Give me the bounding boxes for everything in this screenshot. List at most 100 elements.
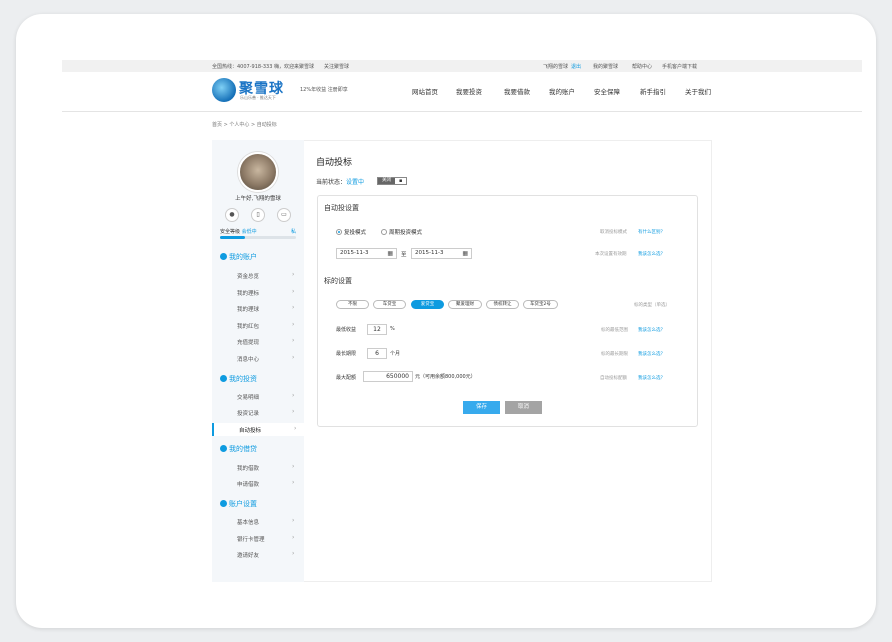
section-my-loans[interactable]: 我的借贷 — [220, 444, 257, 454]
min-yield-unit: % — [390, 326, 395, 332]
follow-link[interactable]: 关注聚雪球 — [324, 63, 349, 70]
section-account-settings[interactable]: 账户设置 — [220, 499, 257, 509]
section-title: 账户设置 — [229, 500, 257, 508]
sidebar-item-invite[interactable]: 邀请好友 › — [212, 548, 304, 561]
sidebar-item-messages[interactable]: 消息中心 › — [212, 352, 304, 365]
min-yield-input[interactable]: 12 — [367, 324, 387, 335]
min-yield-hint: 标的最低范围 — [601, 328, 628, 333]
type-chip-car-loan-2[interactable]: 车贷宝2号 — [523, 300, 558, 309]
top-bar: 全国热线：4007-918-333 嗨，欢迎来聚雪球 关注聚雪球 飞翔的雪球 退… — [62, 60, 862, 72]
page-title: 自动投标 — [316, 158, 353, 168]
security-upgrade-link[interactable]: 私 — [291, 228, 296, 235]
person-icon[interactable]: ● — [225, 208, 239, 222]
nav-home[interactable]: 网站首页 — [412, 86, 438, 96]
sidebar-item-transactions[interactable]: 交易明细 › — [212, 390, 304, 403]
globe-logo-icon — [212, 78, 236, 102]
sidebar-item-label: 消息中心 — [237, 357, 260, 363]
breadcrumb: 首页 > 个人中心 > 自动投标 — [212, 122, 277, 128]
sidebar-item-funds[interactable]: 资金总览 › — [212, 269, 304, 282]
start-date-field[interactable]: 2015-11-3 ▦ — [336, 248, 397, 259]
wallet-icon — [220, 445, 227, 452]
max-term-unit: 个月 — [390, 351, 401, 357]
max-term-label: 最长期限 — [336, 351, 357, 357]
sidebar-item-label: 资金总览 — [237, 274, 260, 280]
min-yield-help-link[interactable]: 我该怎么选？ — [638, 327, 665, 333]
greeting: 上午好,飞翔的雪球 — [235, 196, 281, 202]
sidebar-item-red-packets[interactable]: 我的红包 › — [212, 319, 304, 332]
sidebar-item-bank-cards[interactable]: 银行卡管理 › — [212, 532, 304, 545]
nav-borrow[interactable]: 我要借款 — [504, 86, 530, 96]
status-label: 当前状态： — [316, 179, 347, 186]
nav-security[interactable]: 安全保障 — [594, 86, 620, 96]
logo[interactable]: 聚雪球 乐山乐善 · 推达天下 — [212, 78, 292, 104]
card-icon[interactable]: ▭ — [277, 208, 291, 222]
sidebar-item-recharge[interactable]: 充值提现 › — [212, 335, 304, 348]
cancel-button[interactable]: 取消 — [505, 401, 542, 414]
phone-icon[interactable]: ▯ — [251, 208, 265, 222]
nav-guide[interactable]: 新手指引 — [640, 86, 666, 96]
auto-bid-toggle[interactable]: 关闭 ▪ — [377, 177, 407, 185]
help-center-link[interactable]: 帮助中心 — [632, 63, 652, 70]
sidebar-item-basic-info[interactable]: 基本信息 › — [212, 515, 304, 528]
type-chip-car-loan[interactable]: 车贷宝 — [373, 300, 406, 309]
mode-repeat-radio[interactable]: 复投模式 — [336, 228, 366, 236]
logo-subtitle: 乐山乐善 · 推达天下 — [240, 95, 276, 100]
user-name-link[interactable]: 飞翔的雪球 — [543, 63, 568, 70]
max-amount-input[interactable]: 650000 — [363, 371, 413, 382]
security-level-value: 会低中 — [241, 229, 257, 235]
sidebar-item-apply-loan[interactable]: 申请借款 › — [212, 477, 304, 490]
nav-account[interactable]: 我的账户 — [549, 86, 575, 96]
logout-link[interactable]: 退出 — [571, 63, 581, 70]
account-icon — [220, 253, 227, 260]
section-my-account[interactable]: 我的账户 — [220, 252, 257, 262]
save-button[interactable]: 保存 — [463, 401, 500, 414]
section-my-investments[interactable]: 我的投资 — [220, 374, 257, 384]
sidebar-item-my-bids[interactable]: 我的理标 › — [212, 286, 304, 299]
auto-settings-title: 自动投设置 — [324, 204, 359, 212]
settings-panel: 自动投设置 复投模式 周期投资模式 取消投标模式 有什么区别？ 2015-11-… — [317, 195, 698, 427]
security-level: 安全等级 会低中 — [220, 228, 257, 235]
chevron-right-icon: › — [292, 463, 295, 470]
max-amount-help-link[interactable]: 我该怎么选？ — [638, 375, 665, 381]
mode-help-link[interactable]: 有什么区别？ — [638, 229, 665, 235]
max-amount-label: 最大配额 — [336, 375, 357, 381]
type-chip-aidai[interactable]: 爱贷宝 — [411, 300, 444, 309]
sidebar-item-label: 投资记录 — [237, 411, 260, 417]
end-date-value: 2015-11-3 — [415, 250, 444, 256]
sidebar-item-label: 邀请好友 — [237, 553, 260, 559]
gear-icon — [220, 500, 227, 507]
nav-about[interactable]: 关于我们 — [685, 86, 711, 96]
max-amount-hint: 自动投标配额 — [600, 376, 627, 381]
mode-period-radio[interactable]: 周期投资模式 — [381, 228, 422, 236]
sidebar-item-my-balls[interactable]: 我的理球 › — [212, 302, 304, 315]
chart-icon — [220, 375, 227, 382]
sidebar: 上午好,飞翔的雪球 ● ▯ ▭ 安全等级 会低中 私 我的账户 资金总览 › 我的… — [212, 140, 304, 582]
type-chip-finance[interactable]: 聚爱理财 — [448, 300, 482, 309]
mobile-download-link[interactable]: 手机客户端下载 — [662, 63, 697, 70]
header: 聚雪球 乐山乐善 · 推达天下 12%年收益 注册即享 网站首页 我要投资 我要… — [62, 72, 862, 112]
calendar-icon: ▦ — [387, 250, 393, 257]
sidebar-item-auto-bid[interactable]: 自动投标 › — [212, 423, 304, 436]
sidebar-item-my-loans[interactable]: 我的借款 › — [212, 461, 304, 474]
my-account-link[interactable]: 我的聚雪球 — [593, 63, 618, 70]
type-chip-transfer[interactable]: 债权转让 — [486, 300, 519, 309]
date-help-link[interactable]: 我该怎么选？ — [638, 251, 665, 257]
sidebar-item-label: 充值提现 — [237, 340, 260, 346]
sidebar-item-label: 我的理标 — [237, 291, 260, 297]
radio-label: 周期投资模式 — [389, 230, 423, 236]
security-label: 安全等级 — [220, 229, 241, 235]
avatar[interactable] — [238, 152, 278, 192]
nav-invest[interactable]: 我要投资 — [456, 86, 482, 96]
chevron-right-icon: › — [292, 479, 295, 486]
chevron-right-icon: › — [294, 425, 297, 432]
section-title: 我的借贷 — [229, 445, 257, 453]
types-hint: 标的类型（单选） — [634, 303, 670, 308]
end-date-field[interactable]: 2015-11-3 ▦ — [411, 248, 472, 259]
sidebar-item-investment-records[interactable]: 投资记录 › — [212, 406, 304, 419]
max-term-input[interactable]: 6 — [367, 348, 387, 359]
max-term-help-link[interactable]: 我该怎么选？ — [638, 351, 665, 357]
hotline-text: 全国热线：4007-918-333 — [212, 64, 273, 70]
type-chip-any[interactable]: 不限 — [336, 300, 369, 309]
chevron-right-icon: › — [292, 288, 295, 295]
radio-label: 复投模式 — [344, 230, 367, 236]
